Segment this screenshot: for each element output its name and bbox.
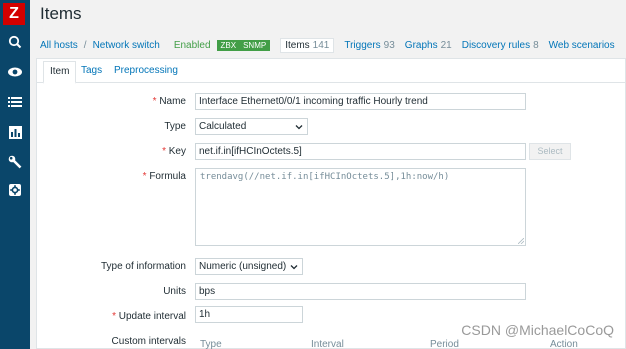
breadcrumb-all-hosts[interactable]: All hosts — [40, 40, 78, 51]
wrench-icon[interactable] — [0, 148, 30, 176]
breadcrumb-separator: / — [83, 39, 87, 51]
tab-tags[interactable]: Tags — [81, 65, 102, 76]
custom-intervals-label: Custom intervals — [111, 336, 186, 347]
page-title: Items — [40, 4, 82, 23]
watermark: CSDN @MichaelCoCoQ — [461, 322, 614, 338]
type-of-information-select[interactable]: Numeric (unsigned) — [195, 258, 303, 275]
key-field[interactable]: net.if.in[ifHCInOctets.5] — [195, 143, 526, 160]
zabbix-logo[interactable]: Z — [3, 3, 25, 25]
nav-tab-discovery-label: Discovery rules — [461, 39, 531, 51]
nav-tab-items-label: Items — [285, 39, 310, 51]
custom-intervals-col-period: Period — [430, 339, 459, 349]
formula-label: * Formula — [142, 171, 186, 182]
host-status-enabled[interactable]: Enabled — [174, 40, 211, 51]
breadcrumb-host[interactable]: Network switch — [93, 40, 160, 51]
nav-tab-triggers-label: Triggers — [344, 39, 381, 51]
gear-icon[interactable] — [0, 176, 30, 204]
sidebar: Z — [0, 0, 30, 349]
nav-tab-graphs-count: 21 — [440, 39, 452, 51]
type-of-information-label: Type of information — [100, 261, 186, 272]
type-label: Type — [164, 121, 186, 132]
key-label: * Key — [162, 146, 186, 157]
units-label: Units — [163, 286, 186, 297]
type-select-value: Calculated — [199, 121, 247, 132]
required-marker: * — [112, 311, 119, 322]
update-interval-label: * Update interval — [112, 311, 186, 322]
nav-tab-graphs-label: Graphs — [404, 39, 438, 51]
nav-tab-web-label: Web scenarios — [548, 39, 615, 51]
nav-tab-triggers[interactable]: Triggers 93 — [344, 40, 394, 51]
list-icon[interactable] — [0, 88, 30, 116]
nav-tab-triggers-count: 93 — [383, 39, 395, 51]
update-interval-field[interactable]: 1h — [195, 306, 303, 323]
nav-tab-graphs[interactable]: Graphs 21 — [405, 40, 452, 51]
resize-grip-icon[interactable] — [518, 238, 524, 244]
chevron-down-icon — [295, 125, 303, 130]
eye-icon[interactable] — [0, 58, 30, 86]
availability-badges: ZBX SNMP — [216, 39, 271, 51]
nav-tab-web-scenarios[interactable]: Web scenarios — [549, 40, 615, 51]
nav-tab-items-count: 141 — [312, 39, 330, 51]
nav-tab-discovery-rules[interactable]: Discovery rules 8 — [462, 40, 539, 51]
tab-item[interactable]: Item — [43, 61, 77, 84]
search-icon[interactable] — [0, 28, 30, 56]
host-nav-bar: All hosts / Network switch Enabled ZBX S… — [40, 34, 626, 56]
required-marker: * — [162, 146, 169, 157]
custom-intervals-col-action: Action — [550, 339, 578, 349]
zbx-badge: ZBX — [220, 40, 237, 50]
type-select[interactable]: Calculated — [195, 118, 308, 135]
tab-preprocessing[interactable]: Preprocessing — [114, 65, 178, 76]
chevron-down-icon — [290, 265, 298, 270]
formula-textarea[interactable]: trendavg(//net.if.in[ifHCInOctets.5],1h:… — [195, 168, 526, 246]
type-of-information-value: Numeric (unsigned) — [199, 261, 287, 272]
snmp-badge: SNMP — [243, 40, 267, 50]
chart-icon[interactable] — [0, 118, 30, 146]
custom-intervals-col-type: Type — [200, 339, 222, 349]
nav-tab-discovery-count: 8 — [533, 39, 539, 51]
units-field[interactable]: bps — [195, 283, 526, 300]
name-field[interactable]: Interface Ethernet0/0/1 incoming traffic… — [195, 93, 526, 110]
form-tabs: Item Tags Preprocessing — [37, 59, 625, 84]
key-select-button[interactable]: Select — [529, 143, 571, 160]
custom-intervals-col-interval: Interval — [311, 339, 344, 349]
formula-text: trendavg(//net.if.in[ifHCInOctets.5],1h:… — [200, 172, 450, 182]
nav-tab-items[interactable]: Items 141 — [280, 37, 335, 53]
name-label: * Name — [152, 96, 186, 107]
